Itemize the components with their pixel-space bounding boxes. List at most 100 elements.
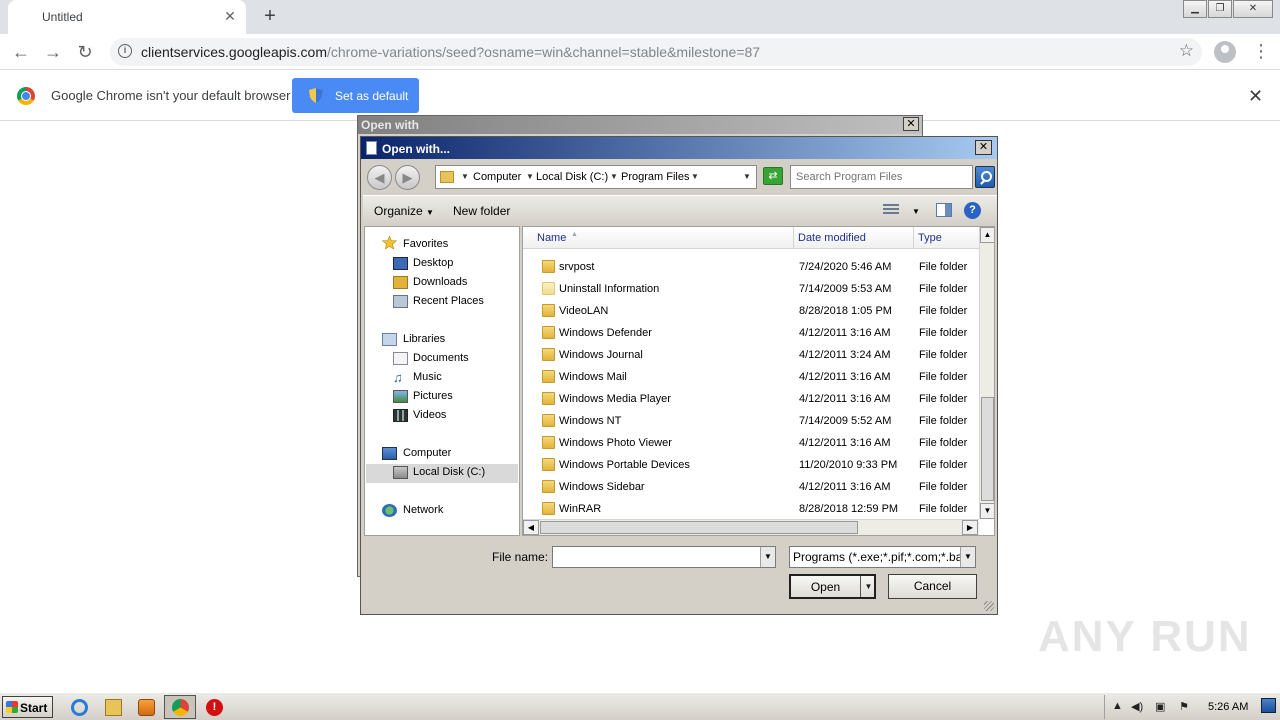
search-icon[interactable] <box>975 166 995 188</box>
file-row[interactable]: Windows Journal 4/12/2011 3:24 AM File fol… <box>523 344 979 366</box>
chevron-down-icon[interactable]: ▼ <box>610 172 618 181</box>
nav-pictures[interactable]: Pictures <box>413 390 453 402</box>
organize-button[interactable]: Organize ▼ <box>374 204 434 218</box>
internet-explorer-icon[interactable] <box>71 699 88 716</box>
nav-favorites[interactable]: Favorites <box>403 238 448 250</box>
file-row[interactable]: srvpost 7/24/2020 5:46 AM File folder <box>523 256 979 278</box>
history-dropdown-icon[interactable]: ▼ <box>743 172 751 181</box>
column-divider[interactable] <box>913 227 914 249</box>
minimize-icon[interactable]: ▁ <box>1183 0 1207 18</box>
breadcrumb[interactable]: ▼ Computer ▼ Local Disk (C:) ▼ Program F… <box>435 165 757 189</box>
nav-documents[interactable]: Documents <box>413 352 469 364</box>
chrome-icon[interactable] <box>172 699 189 716</box>
scroll-up-icon[interactable]: ▲ <box>980 227 994 243</box>
nav-local-disk[interactable]: Local Disk (C:) <box>413 466 485 478</box>
file-type-filter[interactable]: Programs (*.exe;*.pif;*.com;*.bat;*.cmd)… <box>789 546 976 568</box>
file-name-combo[interactable]: ▼ <box>552 546 776 568</box>
breadcrumb-local-disk[interactable]: Local Disk (C:) <box>536 171 608 183</box>
horizontal-scroll-thumb[interactable] <box>540 521 858 534</box>
file-name-dropdown-icon[interactable]: ▼ <box>760 547 775 567</box>
scroll-right-icon[interactable]: ▶ <box>962 520 978 535</box>
show-desktop-icon[interactable] <box>1261 698 1276 713</box>
nav-libraries[interactable]: Libraries <box>403 333 445 345</box>
file-name-input[interactable] <box>556 548 760 566</box>
file-row[interactable]: Windows NT 7/14/2009 5:52 AM File folder <box>523 410 979 432</box>
view-dropdown-icon[interactable]: ▼ <box>912 207 920 216</box>
open-split-dropdown-icon[interactable]: ▼ <box>860 576 876 597</box>
nav-music[interactable]: Music <box>413 371 442 383</box>
breadcrumb-computer[interactable]: Computer <box>473 171 521 183</box>
outer-close-icon[interactable]: ✕ <box>903 117 919 131</box>
refresh-icon[interactable]: ⇄ <box>763 167 783 185</box>
start-button[interactable]: Start <box>2 696 53 718</box>
file-row[interactable]: Uninstall Information 7/14/2009 5:53 AM Fi… <box>523 278 979 300</box>
chevron-down-icon[interactable]: ▼ <box>461 172 469 181</box>
new-tab-button[interactable]: + <box>260 6 280 26</box>
restore-icon[interactable]: ❐ <box>1208 0 1232 18</box>
reload-icon[interactable]: ↻ <box>73 40 97 64</box>
file-row[interactable]: Windows Sidebar 4/12/2011 3:16 AM File fol… <box>523 476 979 498</box>
vertical-scrollbar[interactable]: ▲ ▼ <box>979 227 994 519</box>
file-row[interactable]: Windows Media Player 4/12/2011 3:16 AM Fil… <box>523 388 979 410</box>
browser-tab[interactable]: Untitled ✕ <box>8 0 246 34</box>
forward-arrow-icon[interactable]: ▶ <box>395 165 420 190</box>
tab-close-icon[interactable]: ✕ <box>222 8 238 24</box>
media-player-icon[interactable] <box>138 699 155 716</box>
new-folder-button[interactable]: New folder <box>453 204 510 218</box>
file-explorer-icon[interactable] <box>105 699 122 716</box>
warning-app-icon[interactable]: ! <box>206 699 223 716</box>
profile-avatar[interactable] <box>1214 41 1236 63</box>
tray-expand-icon[interactable]: ▲ <box>1112 700 1123 712</box>
chevron-down-icon[interactable]: ▼ <box>526 172 534 181</box>
address-bar[interactable]: i clientservices.googleapis.com/chrome-v… <box>110 38 1202 66</box>
file-row[interactable]: Windows Defender 4/12/2011 3:16 AM File fo… <box>523 322 979 344</box>
nav-recent-places[interactable]: Recent Places <box>413 295 484 307</box>
scroll-left-icon[interactable]: ◀ <box>523 520 539 535</box>
column-date-modified[interactable]: Date modified <box>798 232 866 244</box>
search-input[interactable] <box>791 167 961 187</box>
column-divider[interactable] <box>793 227 794 249</box>
action-center-flag-icon[interactable]: ⚑ <box>1179 700 1189 713</box>
view-list-icon[interactable] <box>883 204 899 216</box>
nav-desktop[interactable]: Desktop <box>413 257 453 269</box>
horizontal-scrollbar[interactable]: ◀ ▶ <box>523 519 979 535</box>
scroll-down-icon[interactable]: ▼ <box>980 503 994 519</box>
nav-computer[interactable]: Computer <box>403 447 451 459</box>
breadcrumb-program-files[interactable]: Program Files <box>621 171 689 183</box>
help-icon[interactable]: ? <box>964 202 981 219</box>
site-info-icon[interactable]: i <box>118 44 132 58</box>
nav-downloads[interactable]: Downloads <box>413 276 467 288</box>
chevron-down-icon[interactable]: ▼ <box>691 172 699 181</box>
file-row[interactable]: Windows Portable Devices 11/20/2010 9:33 … <box>523 454 979 476</box>
dialog-title-bar[interactable]: Open with... ✕ <box>361 137 997 159</box>
url-text[interactable]: clientservices.googleapis.com/chrome-var… <box>141 44 760 60</box>
file-row[interactable]: WinRAR 8/28/2018 12:59 PM File folder <box>523 498 979 520</box>
clock[interactable]: 5:26 AM <box>1208 701 1248 713</box>
cancel-button[interactable]: Cancel <box>888 574 977 599</box>
file-row[interactable]: Windows Photo Viewer 4/12/2011 3:16 AM Fil… <box>523 432 979 454</box>
bookmark-star-icon[interactable]: ☆ <box>1179 41 1194 61</box>
file-row[interactable]: Windows Mail 4/12/2011 3:16 AM File folder <box>523 366 979 388</box>
network-tray-icon[interactable]: ▣ <box>1155 700 1165 713</box>
outer-title-bar[interactable]: Open with ✕ <box>358 116 922 134</box>
back-icon[interactable]: ← <box>9 40 33 64</box>
set-as-default-button[interactable]: Set as default <box>292 78 419 113</box>
back-arrow-icon[interactable]: ◀ <box>367 165 392 190</box>
vertical-scroll-thumb[interactable] <box>981 397 994 501</box>
window-close-icon[interactable]: ✕ <box>1233 0 1273 18</box>
menu-kebab-icon[interactable]: ⋮ <box>1252 41 1270 63</box>
volume-icon[interactable]: ◀) <box>1131 700 1143 713</box>
dialog-close-icon[interactable]: ✕ <box>975 140 992 155</box>
file-row[interactable]: VideoLAN 8/28/2018 1:05 PM File folder <box>523 300 979 322</box>
nav-network[interactable]: Network <box>403 504 443 516</box>
resize-grip-icon[interactable] <box>984 601 994 611</box>
column-type[interactable]: Type <box>918 232 942 244</box>
folder-icon <box>542 326 555 339</box>
column-name[interactable]: Name <box>537 232 566 244</box>
file-type-dropdown-icon[interactable]: ▼ <box>960 547 975 567</box>
preview-pane-icon[interactable] <box>936 203 952 217</box>
search-field[interactable] <box>790 165 973 189</box>
infobar-close-icon[interactable]: ✕ <box>1248 86 1263 107</box>
nav-videos[interactable]: Videos <box>413 409 446 421</box>
forward-icon[interactable]: → <box>41 40 65 64</box>
